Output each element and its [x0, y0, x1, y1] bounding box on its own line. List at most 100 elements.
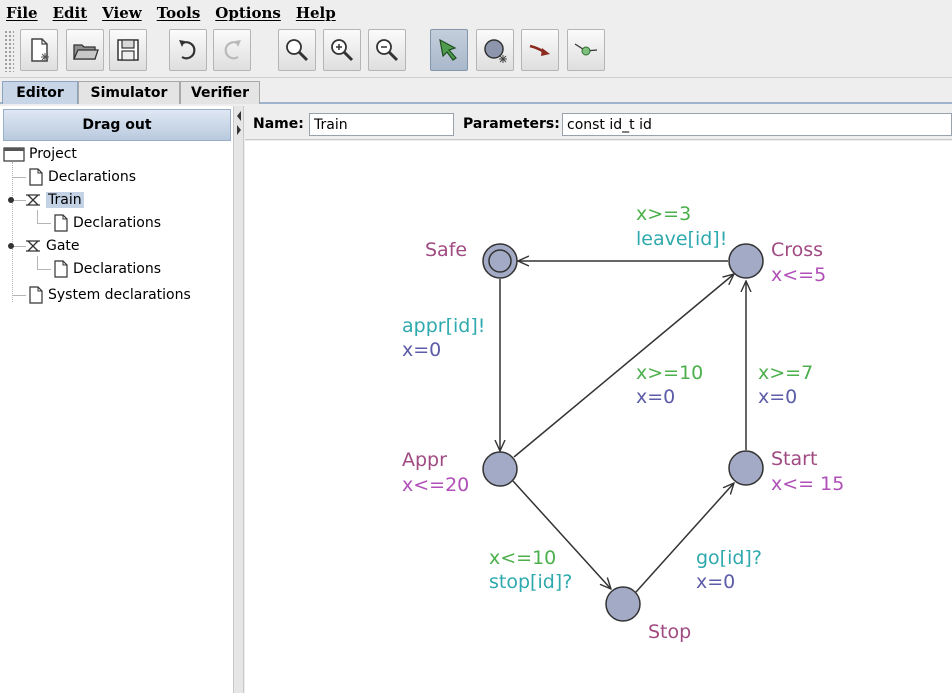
- invariant-start: x<= 15: [771, 473, 844, 495]
- collapse-arrows-icon[interactable]: [234, 108, 244, 138]
- invariant-cross: x<=5: [771, 264, 826, 286]
- tree-item-label: System declarations: [48, 287, 191, 303]
- tree-line: [37, 269, 51, 270]
- automaton-diagram: Safe Cross x<=5 Appr x<=20 Start x<= 15 …: [402, 203, 844, 643]
- name-label: Name:: [253, 116, 304, 132]
- add-nail-button[interactable]: [567, 29, 605, 71]
- location-appr[interactable]: [482, 451, 518, 487]
- zoom-icon: [286, 39, 309, 62]
- zoom-out-button[interactable]: [368, 29, 406, 71]
- new-document-icon: [31, 38, 49, 62]
- guard-appr-cross: x>=10: [636, 362, 703, 384]
- expand-handle-icon[interactable]: [6, 241, 16, 251]
- parameters-field[interactable]: const id_t id: [562, 113, 952, 136]
- location-name-cross: Cross: [771, 239, 823, 261]
- update-stop-start: x=0: [696, 571, 735, 593]
- pane-splitter[interactable]: [234, 106, 244, 693]
- open-button[interactable]: [66, 29, 104, 71]
- guard-start-cross: x>=7: [758, 362, 813, 384]
- tree-line: [12, 295, 26, 296]
- select-tool-button[interactable]: [430, 29, 468, 71]
- zoom-button[interactable]: [278, 29, 316, 71]
- tree-item-label: Gate: [46, 238, 80, 254]
- location-name-appr: Appr: [402, 449, 447, 471]
- tree-item-system-declarations[interactable]: System declarations: [28, 284, 191, 306]
- document-icon: [54, 260, 68, 278]
- guard-cross-safe: x>=3: [636, 203, 691, 225]
- zoom-in-button[interactable]: [323, 29, 361, 71]
- document-icon: [29, 286, 43, 304]
- new-button[interactable]: [20, 29, 58, 71]
- update-start-cross: x=0: [758, 386, 797, 408]
- save-button[interactable]: [109, 29, 147, 71]
- menu-view[interactable]: View: [102, 4, 142, 22]
- toolbar-grip[interactable]: [4, 30, 14, 72]
- sync-cross-safe: leave[id]!: [636, 228, 727, 250]
- add-location-icon: [484, 39, 507, 63]
- add-edge-button[interactable]: [521, 29, 559, 71]
- tree-item-declarations[interactable]: Declarations: [28, 166, 136, 188]
- zoom-out-icon: [376, 39, 399, 62]
- location-name-safe: Safe: [425, 239, 467, 261]
- toolbar: [0, 26, 952, 78]
- name-field[interactable]: Train: [309, 113, 454, 136]
- tab-verifier[interactable]: Verifier: [180, 81, 260, 104]
- update-appr-cross: x=0: [636, 386, 675, 408]
- drag-out-button[interactable]: Drag out: [3, 109, 231, 141]
- menu-file[interactable]: File: [6, 4, 38, 22]
- tab-simulator[interactable]: Simulator: [78, 81, 180, 104]
- save-icon: [117, 39, 139, 61]
- add-location-button[interactable]: [476, 29, 514, 71]
- redo-icon: [224, 40, 241, 60]
- expand-handle-icon[interactable]: [6, 195, 16, 205]
- menu-edit[interactable]: Edit: [53, 4, 88, 22]
- tree-line: [12, 162, 13, 302]
- tree-item-train[interactable]: Train: [6, 189, 84, 211]
- add-edge-icon: [529, 44, 550, 56]
- tree-item-label: Declarations: [48, 169, 137, 185]
- parameters-label: Parameters:: [463, 116, 560, 132]
- tree-item-label: Project: [29, 146, 77, 162]
- select-arrow-icon: [439, 38, 457, 61]
- template-icon: [26, 194, 40, 206]
- template-header: Name: Train Parameters: const id_t id: [245, 110, 952, 140]
- tree-line: [37, 256, 38, 270]
- tree-line: [37, 223, 51, 224]
- tab-editor[interactable]: Editor: [2, 81, 78, 104]
- template-icon: [26, 240, 40, 252]
- menu-options[interactable]: Options: [215, 4, 281, 22]
- sync-stop-start: go[id]?: [696, 547, 762, 569]
- location-stop[interactable]: [605, 586, 641, 622]
- zoom-in-icon: [331, 39, 354, 62]
- sync-appr-stop: stop[id]?: [489, 571, 572, 593]
- add-nail-icon: [574, 43, 598, 56]
- menu-help[interactable]: Help: [296, 4, 336, 22]
- location-cross[interactable]: [728, 243, 764, 279]
- tree-item-label: Declarations: [73, 261, 162, 277]
- tree-item-train-declarations[interactable]: Declarations: [53, 212, 161, 234]
- location-name-stop: Stop: [648, 621, 691, 643]
- open-folder-icon: [72, 44, 99, 60]
- sync-safe-appr: appr[id]!: [402, 315, 485, 337]
- document-icon: [29, 168, 43, 186]
- location-start[interactable]: [728, 450, 764, 486]
- automaton-canvas[interactable]: Safe Cross x<=5 Appr x<=20 Start x<= 15 …: [245, 141, 952, 693]
- tree-item-label: Declarations: [73, 215, 162, 231]
- invariant-appr: x<=20: [402, 474, 469, 496]
- location-safe[interactable]: [482, 243, 518, 279]
- document-icon: [54, 214, 68, 232]
- location-name-start: Start: [771, 448, 817, 470]
- folder-icon: [3, 147, 25, 162]
- undo-icon: [179, 40, 196, 60]
- tree-item-gate[interactable]: Gate: [6, 235, 80, 257]
- tree-line: [12, 177, 26, 178]
- menu-tools[interactable]: Tools: [157, 4, 201, 22]
- menu-bar: File Edit View Tools Options Help: [0, 0, 952, 26]
- project-pane: Drag out Project Declarations Train Decl…: [0, 106, 234, 693]
- undo-button[interactable]: [169, 29, 207, 71]
- tree-item-label: Train: [46, 192, 84, 208]
- redo-button[interactable]: [213, 29, 251, 71]
- tree-item-gate-declarations[interactable]: Declarations: [53, 258, 161, 280]
- tree-item-project[interactable]: Project: [3, 143, 77, 165]
- tree-line: [37, 210, 38, 224]
